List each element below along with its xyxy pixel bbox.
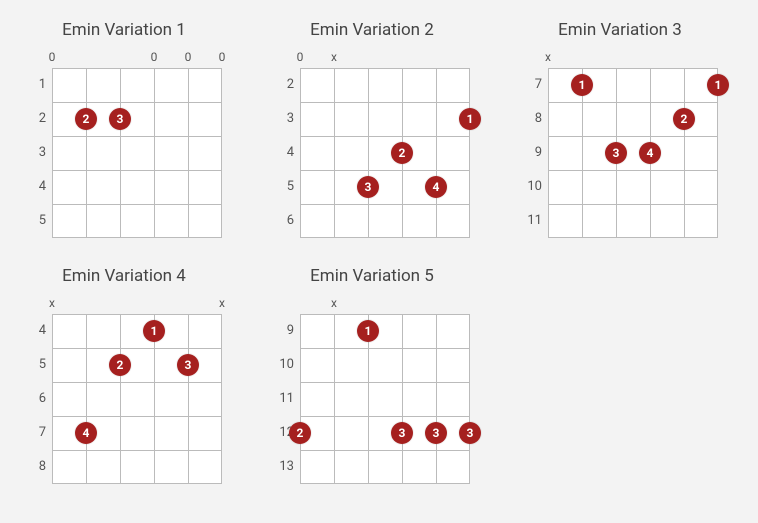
finger-dot: 2	[289, 422, 311, 444]
finger-dot: 1	[459, 108, 481, 130]
fret-number: 7	[24, 416, 46, 450]
fret-number-column: 7891011	[520, 50, 548, 238]
fret-number: 6	[272, 204, 294, 238]
chord-diagram: Emin Variation 112345000023	[24, 20, 224, 238]
fret-number-column: 910111213	[272, 296, 300, 484]
chord-title: Emin Variation 3	[520, 20, 720, 40]
chord-diagram: Emin Variation 2234560x1234	[272, 20, 472, 238]
finger-dot: 3	[605, 142, 627, 164]
fret-number: 10	[520, 170, 542, 204]
open-mute-row: x	[300, 296, 470, 314]
fret-number: 10	[272, 348, 294, 382]
finger-dot: 4	[75, 422, 97, 444]
chord-title: Emin Variation 4	[24, 266, 224, 286]
fret-number-column: 23456	[272, 50, 300, 238]
fret-number-column: 45678	[24, 296, 52, 484]
fret-number-column: 12345	[24, 50, 52, 238]
chord-diagram: Emin Variation 3 7891011x 11 2 34	[520, 20, 720, 238]
open-mute-row: 0000	[52, 50, 222, 68]
mute-marker: x	[331, 50, 337, 64]
chord-title: Emin Variation 2	[272, 20, 472, 40]
chord-title: Emin Variation 1	[24, 20, 224, 40]
fret-number: 8	[520, 102, 542, 136]
chord-diagrams-container: Emin Variation 112345000023Emin Variatio…	[24, 20, 734, 484]
fret-number: 5	[272, 170, 294, 204]
finger-dot: 2	[673, 108, 695, 130]
finger-dot: 2	[109, 354, 131, 376]
open-mute-row: x	[548, 50, 718, 68]
chord-diagram: Emin Variation 5910111213x12333	[272, 266, 472, 484]
chord-diagram: Emin Variation 445678xx1234	[24, 266, 224, 484]
open-mute-row: 0x	[300, 50, 470, 68]
fret-number: 5	[24, 348, 46, 382]
fret-number: 8	[24, 450, 46, 484]
fret-number: 3	[272, 102, 294, 136]
open-marker: 0	[49, 50, 56, 64]
finger-dot: 4	[425, 176, 447, 198]
open-mute-row: xx	[52, 296, 222, 314]
finger-dot: 3	[177, 354, 199, 376]
finger-dot: 1	[571, 74, 593, 96]
finger-dot: 3	[391, 422, 413, 444]
finger-dot: 2	[75, 108, 97, 130]
fretboard-grid: 11234	[548, 68, 718, 238]
finger-dot: 1	[357, 320, 379, 342]
fret-number: 1	[24, 68, 46, 102]
finger-dot: 1	[143, 320, 165, 342]
fret-number: 2	[272, 68, 294, 102]
fret-number: 6	[24, 382, 46, 416]
mute-marker: x	[545, 50, 551, 64]
finger-dot: 3	[459, 422, 481, 444]
fretboard-grid: 23	[52, 68, 222, 238]
finger-dot: 3	[425, 422, 447, 444]
open-marker: 0	[297, 50, 304, 64]
chord-title: Emin Variation 5	[272, 266, 472, 286]
fret-number: 3	[24, 136, 46, 170]
open-marker: 0	[185, 50, 192, 64]
fret-number: 9	[520, 136, 542, 170]
fret-number: 4	[272, 136, 294, 170]
fret-number: 11	[272, 382, 294, 416]
fret-number: 13	[272, 450, 294, 484]
mute-marker: x	[219, 296, 225, 310]
fretboard-grid: 12 3 4	[52, 314, 222, 484]
finger-dot: 1	[707, 74, 729, 96]
mute-marker: x	[49, 296, 55, 310]
open-marker: 0	[151, 50, 158, 64]
finger-dot: 3	[357, 176, 379, 198]
fret-number: 4	[24, 170, 46, 204]
fretboard-grid: 12333	[300, 314, 470, 484]
finger-dot: 4	[639, 142, 661, 164]
fret-number: 5	[24, 204, 46, 238]
open-marker: 0	[219, 50, 226, 64]
fret-number: 9	[272, 314, 294, 348]
fret-number: 7	[520, 68, 542, 102]
fretboard-grid: 1234	[300, 68, 470, 238]
fret-number: 2	[24, 102, 46, 136]
fret-number: 4	[24, 314, 46, 348]
mute-marker: x	[331, 296, 337, 310]
finger-dot: 2	[391, 142, 413, 164]
fret-number: 11	[520, 204, 542, 238]
finger-dot: 3	[109, 108, 131, 130]
